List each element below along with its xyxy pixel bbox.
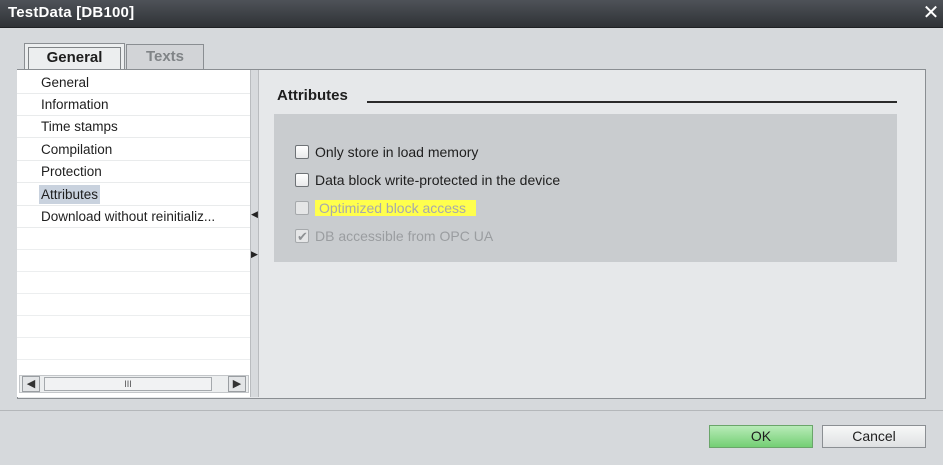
tab-texts[interactable]: Texts	[126, 44, 204, 69]
option-optimized-block-access: Optimized block access	[295, 198, 477, 218]
nav-item-general[interactable]: General	[17, 72, 250, 94]
window-title: TestData [DB100]	[8, 4, 135, 21]
nav-item-time-stamps[interactable]: Time stamps	[17, 116, 250, 138]
expand-right-icon[interactable]: ▶	[251, 248, 258, 260]
option-label: Data block write-protected in the device	[315, 172, 561, 188]
nav-horizontal-scrollbar[interactable]: ◀ III ▶	[19, 375, 249, 393]
nav-empty-row	[17, 338, 250, 360]
option-db-accessible-opc-ua: ✔ DB accessible from OPC UA	[295, 226, 493, 246]
tab-general[interactable]: General	[24, 43, 125, 69]
nav-item-label: General	[41, 75, 90, 90]
title-bar: TestData [DB100] ✕	[0, 0, 943, 28]
scroll-left-icon[interactable]: ◀	[22, 376, 40, 392]
close-icon[interactable]: ✕	[921, 3, 941, 23]
option-label: Optimized block access	[315, 200, 477, 216]
nav-item-protection[interactable]: Protection	[17, 161, 250, 183]
scroll-right-icon[interactable]: ▶	[228, 376, 246, 392]
tab-general-label: General	[28, 47, 121, 69]
option-write-protected[interactable]: Data block write-protected in the device	[295, 170, 560, 190]
option-only-store-in-load-memory[interactable]: Only store in load memory	[295, 142, 478, 162]
checkbox-checked: ✔	[295, 229, 309, 244]
option-label: Only store in load memory	[315, 144, 479, 160]
panel-splitter[interactable]: ◀ ▶	[250, 70, 259, 397]
footer-divider	[0, 410, 943, 411]
nav-empty-row	[17, 294, 250, 316]
nav-list: General Information Time stamps Compilat…	[17, 70, 251, 397]
section-title: Attributes	[277, 87, 348, 104]
nav-item-compilation[interactable]: Compilation	[17, 139, 250, 161]
option-label: DB accessible from OPC UA	[315, 228, 494, 244]
check-icon: ✔	[297, 229, 308, 245]
ok-button[interactable]: OK	[709, 425, 813, 448]
scrollbar-thumb[interactable]: III	[44, 377, 212, 391]
nav-item-attributes[interactable]: Attributes	[17, 184, 250, 206]
collapse-left-icon[interactable]: ◀	[251, 208, 258, 220]
nav-item-label: Download without reinitializ...	[41, 209, 216, 224]
nav-item-label: Time stamps	[41, 119, 118, 134]
checkbox	[295, 201, 309, 216]
checkbox[interactable]	[295, 145, 309, 160]
nav-item-information[interactable]: Information	[17, 94, 250, 116]
nav-item-download-without-reinit[interactable]: Download without reinitializ...	[17, 206, 250, 228]
nav-item-label: Compilation	[41, 142, 113, 157]
nav-item-label: Information	[41, 97, 109, 112]
checkbox[interactable]	[295, 173, 309, 188]
nav-empty-row	[17, 316, 250, 338]
section-divider	[367, 101, 897, 103]
nav-item-label: Protection	[41, 164, 102, 179]
nav-item-label: Attributes	[39, 185, 101, 204]
nav-empty-row	[17, 250, 250, 272]
nav-empty-row	[17, 228, 250, 250]
nav-empty-row	[17, 272, 250, 294]
cancel-button[interactable]: Cancel	[822, 425, 926, 448]
